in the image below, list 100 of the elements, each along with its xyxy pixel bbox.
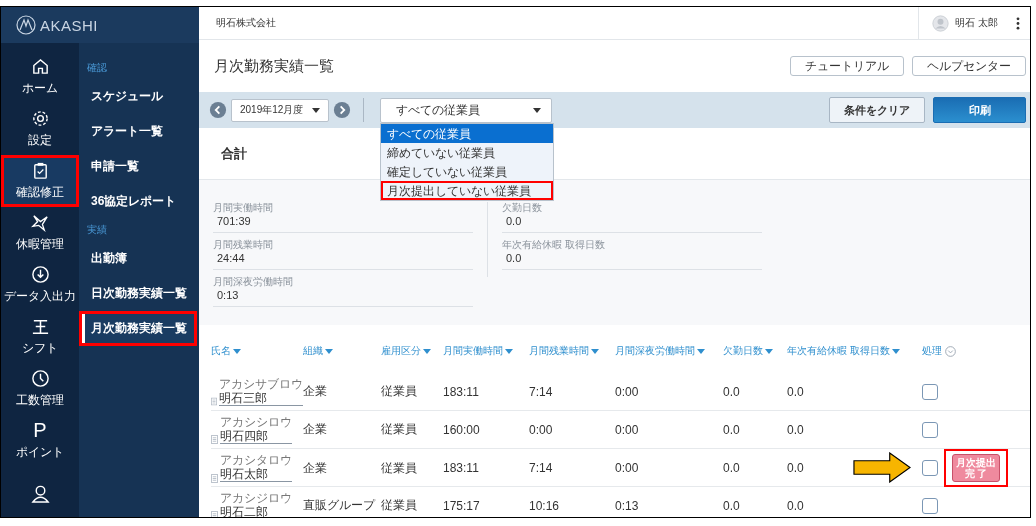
table-cell-text: 0.0 <box>787 422 805 437</box>
employee-name[interactable]: 明石四郎 <box>220 428 292 444</box>
avatar-icon[interactable] <box>932 14 950 32</box>
column-header[interactable]: 月間深夜労働時間 <box>615 344 723 358</box>
status-badge: 月次提出 完 了 <box>952 454 1000 482</box>
rail-item[interactable]: 工数管理 <box>1 363 79 415</box>
summary-value: 0.0 <box>505 215 523 227</box>
nav-heading: 実績 <box>86 223 108 237</box>
table-cell-text: 従業員 <box>381 459 418 477</box>
caret-icon <box>312 107 321 113</box>
clock-icon <box>30 369 50 388</box>
dropdown-option[interactable]: 締めていない従業員 <box>381 142 554 162</box>
column-header[interactable]: 雇用区分 <box>381 344 443 358</box>
caret-icon <box>533 107 542 113</box>
column-header[interactable]: 組織 <box>303 344 381 358</box>
rail-item[interactable]: P ポイント <box>1 415 79 467</box>
previous-icon[interactable] <box>209 101 227 119</box>
column-header[interactable]: 月間残業時間 <box>529 344 615 358</box>
column-header[interactable]: 氏名 <box>211 344 303 358</box>
checkbox[interactable] <box>922 460 938 476</box>
nav-heading: 確認 <box>86 61 108 75</box>
table-cell-text: 7:14 <box>529 461 554 475</box>
sort-icon <box>505 348 513 354</box>
note-icon[interactable] <box>211 435 218 444</box>
sort-icon <box>591 348 599 354</box>
table-cell-text: 160:00 <box>443 422 481 437</box>
sort-icon <box>233 348 241 354</box>
sort-icon <box>697 348 705 354</box>
name-kana: アカシジロウ <box>220 491 292 505</box>
sort-icon <box>325 348 333 354</box>
column-header[interactable]: 年次有給休暇 取得日数 <box>787 344 917 358</box>
table-cell-text: 0.0 <box>787 461 805 475</box>
summary-label: 月間深夜労働時間 <box>213 275 294 289</box>
company-name: 明石株式会社 <box>215 16 277 30</box>
nav-item[interactable]: 申請一覧 <box>79 149 197 184</box>
period-select[interactable]: 2019年12月度 <box>231 98 330 122</box>
home-icon <box>30 57 50 76</box>
note-icon[interactable] <box>211 474 218 483</box>
table-cell-text: 0.0 <box>723 498 741 513</box>
table-cell-text: 0.0 <box>787 384 805 399</box>
dropdown-option[interactable]: すべての従業員 <box>381 123 554 143</box>
table-cell-text: 183:11 <box>443 384 480 399</box>
nav-item[interactable]: 日次勤務実績一覧 <box>79 276 197 311</box>
sort-icon <box>765 348 773 354</box>
nav-item[interactable]: アラート一覧 <box>79 114 197 149</box>
table-cell-text: 0:13 <box>615 498 640 513</box>
summary-label: 月間残業時間 <box>213 238 274 252</box>
note-icon[interactable] <box>211 397 217 406</box>
table-cell-text: 10:16 <box>529 498 561 513</box>
employee-name[interactable]: 明石太郎 <box>220 467 292 482</box>
checkbox[interactable] <box>922 497 938 514</box>
user-name[interactable]: 明石 太郎 <box>955 16 998 30</box>
table-cell-text: 従業員 <box>381 421 418 438</box>
table-cell-text: 0:00 <box>615 384 640 399</box>
header-button[interactable]: ヘルプセンター <box>912 56 1026 76</box>
employee-name[interactable]: 明石三郎 <box>219 390 303 406</box>
summary-title: 合計 <box>221 144 247 163</box>
table-cell-text: 0:00 <box>529 422 554 437</box>
rail-item[interactable]: ホーム <box>1 51 79 103</box>
logo-icon <box>16 15 36 35</box>
column-header[interactable]: 月間実働時間 <box>443 344 529 358</box>
nav-item[interactable]: 出勤簿 <box>79 241 197 276</box>
checkbox[interactable] <box>922 383 938 400</box>
settings-icon <box>30 109 50 128</box>
brand-name: AKASHI <box>40 16 99 34</box>
nav-item[interactable]: 月次勤務実績一覧 <box>79 311 197 346</box>
summary-label: 欠勤日数 <box>502 201 543 215</box>
dropdown-option[interactable]: 確定していない従業員 <box>381 161 554 181</box>
header-button[interactable]: チュートリアル <box>790 56 904 76</box>
rail-item[interactable]: 休暇管理 <box>1 207 79 259</box>
chevron-icon[interactable] <box>945 345 956 357</box>
table-cell-text: 0.0 <box>723 461 741 475</box>
employee-select[interactable]: すべての従業員 <box>380 97 553 123</box>
filter-button[interactable]: 条件をクリア <box>829 97 925 123</box>
table-cell-text: 0.0 <box>723 422 741 437</box>
rail-item[interactable]: 確認修正 <box>1 155 79 207</box>
rail-item[interactable]: シフト <box>1 311 79 363</box>
nav-item[interactable]: 36協定レポート <box>79 184 197 219</box>
rail-item[interactable]: 設定 <box>1 103 79 155</box>
table-cell-text: 183:11 <box>443 461 480 475</box>
dropdown-option[interactable]: 月次提出していない従業員 <box>381 180 554 200</box>
rail-item[interactable]: データ入出力 <box>1 259 79 311</box>
table-cell-text: 7:14 <box>529 384 554 399</box>
table-cell-text: 従業員 <box>381 383 418 400</box>
checkbox[interactable] <box>922 421 938 438</box>
summary-label: 年次有給休暇 取得日数 <box>502 238 606 252</box>
summary-label: 月間実働時間 <box>213 201 274 215</box>
more-icon[interactable] <box>1016 16 1020 30</box>
filter-button[interactable]: 印刷 <box>933 97 1026 123</box>
name-kana: アカシサブロウ <box>219 377 303 391</box>
table-cell-text: 0.0 <box>787 498 805 513</box>
person-icon <box>30 483 50 503</box>
next-icon[interactable] <box>333 101 352 119</box>
name-kana: アカシタロウ <box>220 454 292 467</box>
table-cell-text: 0:00 <box>615 461 640 475</box>
column-header[interactable]: 欠勤日数 <box>723 344 787 358</box>
summary-value: 0:13 <box>216 289 240 301</box>
employee-name[interactable]: 明石二郎 <box>220 504 292 517</box>
nav-item[interactable]: スケジュール <box>79 79 197 114</box>
sort-icon <box>423 348 431 354</box>
